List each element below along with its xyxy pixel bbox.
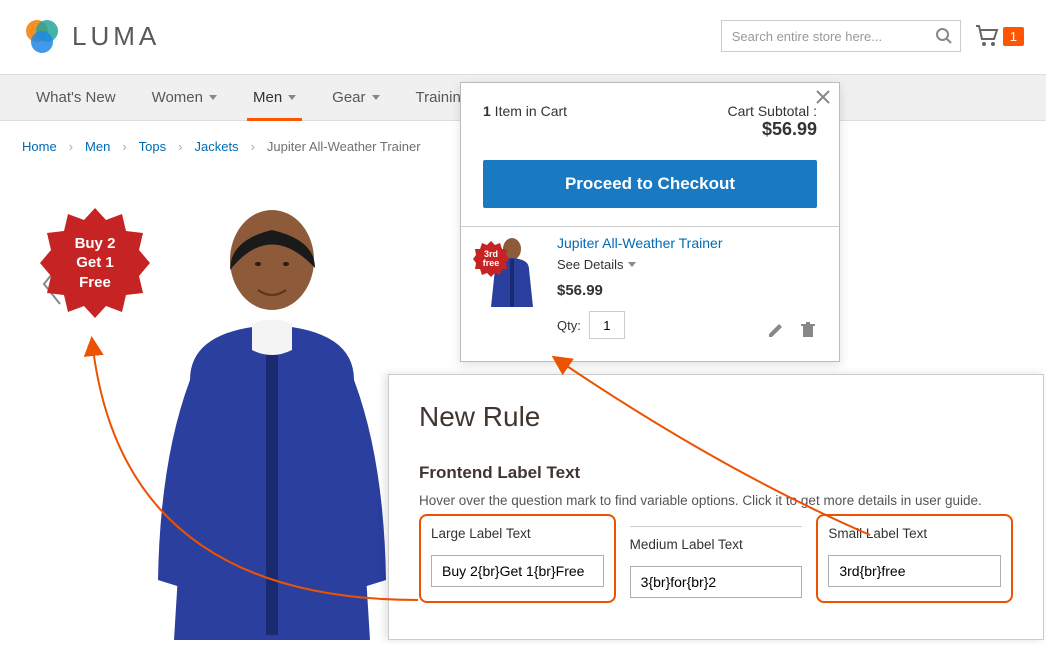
- breadcrumb-current: Jupiter All-Weather Trainer: [267, 139, 421, 154]
- search-box: [721, 20, 961, 52]
- chevron-right-icon: ›: [122, 139, 126, 154]
- qty-input[interactable]: [589, 311, 625, 339]
- nav-label: Gear: [332, 89, 365, 106]
- chevron-down-icon: [209, 95, 217, 100]
- search-input[interactable]: [721, 20, 961, 52]
- field-medium-label: Medium Label Text: [630, 526, 803, 603]
- nav-label: Women: [152, 89, 203, 106]
- field-small-label: Small Label Text: [816, 514, 1013, 603]
- nav-men[interactable]: Men: [235, 75, 314, 120]
- minicart-item: 3rd free Jupiter All-Weather Trainer See…: [461, 226, 839, 361]
- close-icon: [815, 89, 831, 105]
- large-label-input[interactable]: [431, 555, 604, 587]
- badge-line: Get 1: [75, 253, 116, 273]
- close-button[interactable]: [815, 89, 831, 110]
- edit-icon[interactable]: [767, 321, 785, 339]
- field-label: Large Label Text: [431, 526, 604, 541]
- admin-title: New Rule: [419, 401, 1013, 433]
- checkout-button[interactable]: Proceed to Checkout: [483, 160, 817, 208]
- logo[interactable]: LUMA: [22, 16, 160, 56]
- breadcrumb-link[interactable]: Home: [22, 139, 57, 154]
- small-label-input[interactable]: [828, 555, 1001, 587]
- breadcrumb-link[interactable]: Men: [85, 139, 110, 154]
- cart-count-badge: 1: [1003, 27, 1024, 46]
- nav-label: Men: [253, 89, 282, 106]
- field-label: Medium Label Text: [630, 537, 803, 552]
- breadcrumb-link[interactable]: Jackets: [194, 139, 238, 154]
- badge-line: free: [483, 259, 500, 268]
- item-thumbnail[interactable]: 3rd free: [483, 235, 541, 307]
- trash-icon[interactable]: [799, 321, 817, 339]
- badge-line: Free: [75, 273, 116, 293]
- nav-gear[interactable]: Gear: [314, 75, 397, 120]
- medium-label-input[interactable]: [630, 566, 803, 598]
- minicart-popup: 1 Item in Cart Cart Subtotal : $56.99 Pr…: [460, 82, 840, 362]
- badge-line: Buy 2: [75, 234, 116, 254]
- chevron-right-icon: ›: [178, 139, 182, 154]
- logo-text: LUMA: [72, 21, 160, 52]
- chevron-down-icon: [288, 95, 296, 100]
- cart-icon: [975, 25, 999, 47]
- admin-rule-panel: New Rule Frontend Label Text Hover over …: [388, 374, 1044, 640]
- see-details-label: See Details: [557, 257, 623, 272]
- nav-whats-new[interactable]: What's New: [18, 75, 134, 120]
- nav-women[interactable]: Women: [134, 75, 235, 120]
- cart-items-count: 1 Item in Cart: [483, 103, 567, 140]
- item-price: $56.99: [557, 282, 817, 299]
- cart-button[interactable]: 1: [975, 25, 1024, 47]
- subtotal-label: Cart Subtotal :: [728, 103, 818, 119]
- breadcrumb-link[interactable]: Tops: [139, 139, 166, 154]
- see-details-toggle[interactable]: See Details: [557, 257, 817, 272]
- search-icon[interactable]: [935, 27, 953, 45]
- field-large-label: Large Label Text: [419, 514, 616, 603]
- promo-badge-large: Buy 2 Get 1 Free: [40, 208, 150, 318]
- subtotal-value: $56.99: [728, 119, 818, 140]
- chevron-down-icon: [628, 262, 636, 267]
- nav-label: What's New: [36, 89, 116, 106]
- item-name-link[interactable]: Jupiter All-Weather Trainer: [557, 235, 817, 251]
- chevron-right-icon: ›: [251, 139, 255, 154]
- field-label: Small Label Text: [828, 526, 1001, 541]
- chevron-down-icon: [372, 95, 380, 100]
- promo-badge-small: 3rd free: [473, 241, 509, 277]
- admin-hint: Hover over the question mark to find var…: [419, 493, 1013, 508]
- admin-section-title: Frontend Label Text: [419, 463, 1013, 483]
- qty-label: Qty:: [557, 318, 581, 333]
- chevron-right-icon: ›: [69, 139, 73, 154]
- logo-icon: [22, 16, 62, 56]
